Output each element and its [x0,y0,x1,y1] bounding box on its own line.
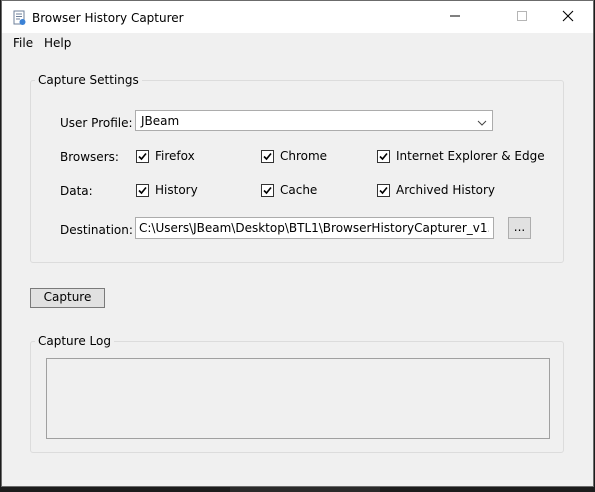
chrome-checkbox[interactable]: Chrome [261,148,327,164]
cache-checkbox[interactable]: Cache [261,182,317,198]
archived-history-checkbox[interactable]: Archived History [377,182,495,198]
firefox-label: Firefox [155,149,195,163]
capture-log-title: Capture Log [35,334,114,348]
menu-help[interactable]: Help [44,36,71,50]
maximize-button[interactable] [499,1,545,33]
user-profile-dropdown[interactable]: JBeam [135,110,493,131]
window-title: Browser History Capturer [32,11,184,25]
minimize-icon [449,10,461,25]
user-profile-value: JBeam [141,114,180,128]
menu-bar: File Help [2,33,593,53]
firefox-checkbox[interactable]: Firefox [136,148,195,164]
destination-value: C:\Users\JBeam\Desktop\BTL1\BrowserHisto… [139,221,489,235]
browsers-label: Browsers: [60,150,119,164]
cache-label: Cache [280,183,318,197]
maximize-icon [516,10,528,25]
checkbox-box [136,183,149,197]
chrome-label: Chrome [280,149,328,163]
data-label: Data: [60,184,93,198]
close-button[interactable] [545,1,591,33]
checkbox-box [261,183,274,197]
archived-history-label: Archived History [396,183,496,197]
checkbox-box [377,149,390,163]
destination-input[interactable]: C:\Users\JBeam\Desktop\BTL1\BrowserHisto… [135,217,494,239]
ie-edge-checkbox[interactable]: Internet Explorer & Edge [377,148,545,164]
browse-button[interactable]: ... [508,217,531,239]
checkbox-box [261,149,274,163]
chevron-down-icon [477,116,487,126]
background-desktop [230,487,380,492]
capture-log-textarea[interactable] [46,358,550,439]
minimize-button[interactable] [432,1,478,33]
ie-edge-label: Internet Explorer & Edge [396,149,545,163]
checkbox-box [377,183,390,197]
menu-file[interactable]: File [13,36,33,50]
user-profile-label: User Profile: [60,116,133,130]
title-bar[interactable]: Browser History Capturer [2,1,593,33]
checkmark-icon [138,186,147,194]
destination-label: Destination: [60,223,133,237]
close-icon [562,10,574,25]
checkmark-icon [379,152,388,160]
history-checkbox[interactable]: History [136,182,198,198]
checkmark-icon [138,152,147,160]
checkbox-box [136,149,149,163]
capture-settings-title: Capture Settings [35,73,142,87]
capture-button[interactable]: Capture [30,288,105,308]
checkmark-icon [263,152,272,160]
checkmark-icon [263,186,272,194]
history-label: History [155,183,198,197]
checkmark-icon [379,186,388,194]
app-document-icon [11,10,27,26]
